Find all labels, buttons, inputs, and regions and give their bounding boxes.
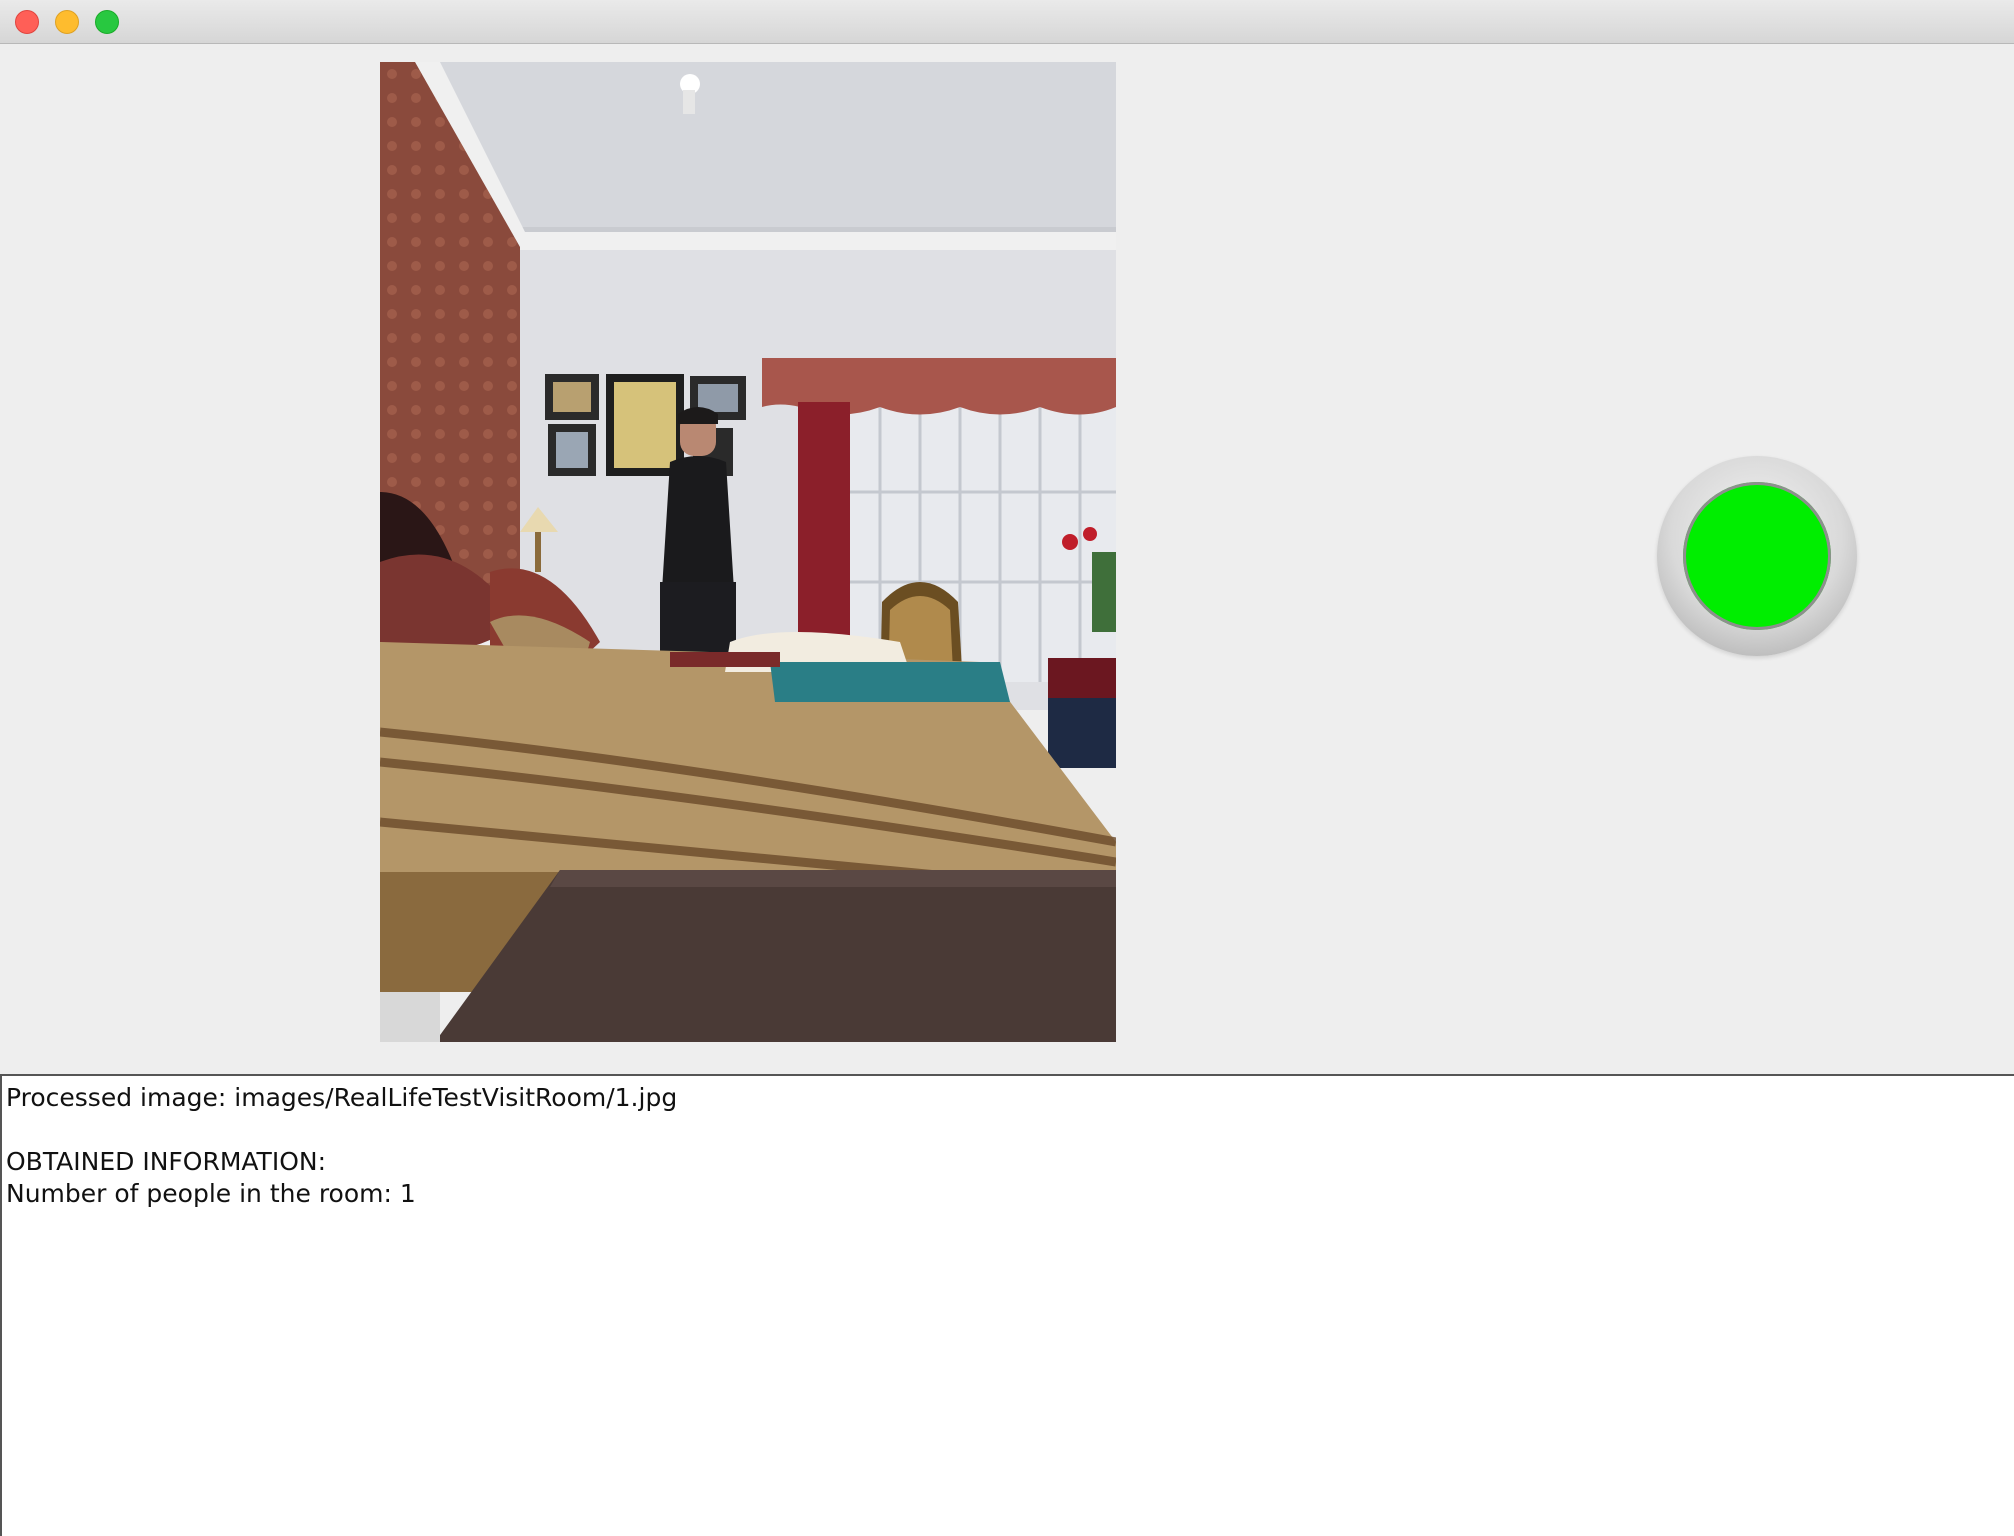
console-line-processed-image: Processed image: images/RealLifeTestVisi… [6,1083,678,1112]
processed-room-image [380,62,1116,1042]
title-bar [0,0,2014,44]
status-indicator [1657,456,1857,656]
zoom-button[interactable] [95,10,119,34]
console-line-people-count: Number of people in the room: 1 [6,1179,416,1208]
minimize-button[interactable] [55,10,79,34]
close-button[interactable] [15,10,39,34]
app-window: Processed image: images/RealLifeTestVisi… [0,0,2014,1536]
output-console[interactable]: Processed image: images/RealLifeTestVisi… [0,1074,2014,1536]
status-light-green [1683,482,1831,630]
console-line-header: OBTAINED INFORMATION: [6,1147,327,1176]
